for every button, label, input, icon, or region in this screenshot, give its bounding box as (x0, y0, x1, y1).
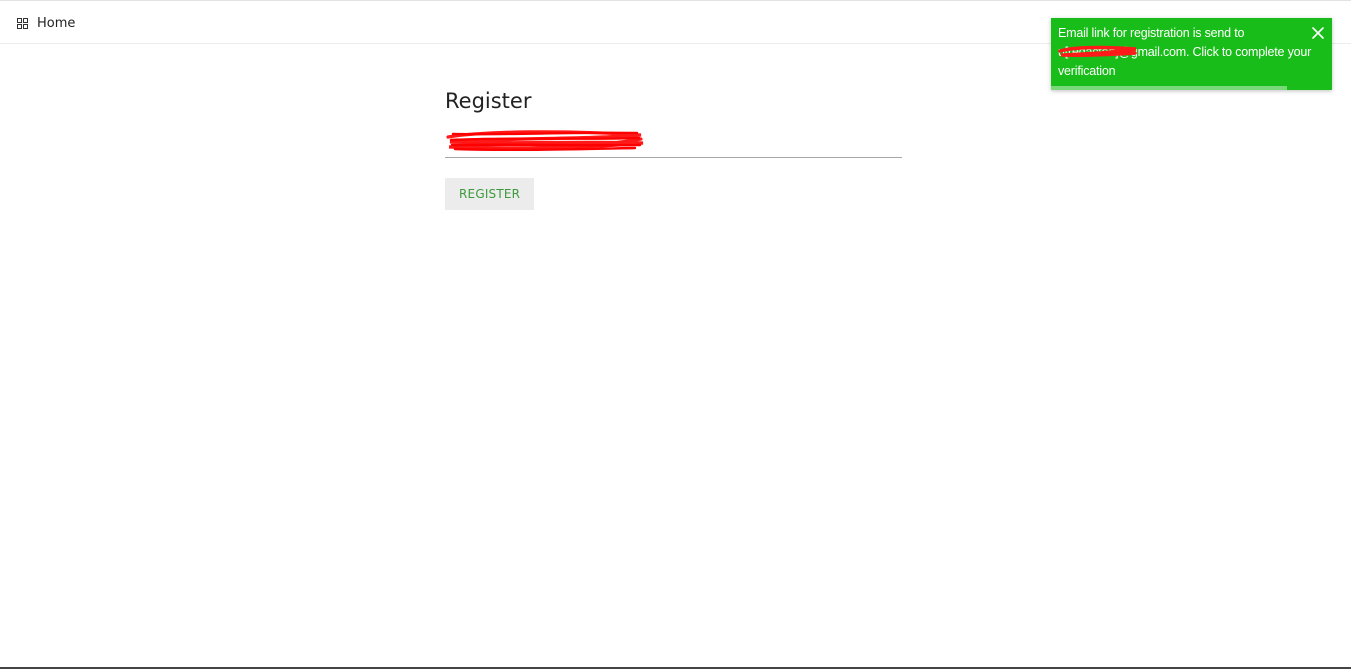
toast-progress-bar (1051, 86, 1288, 90)
email-field[interactable] (445, 127, 902, 155)
register-button[interactable]: REGISTER (445, 178, 535, 210)
email-field-container (445, 127, 902, 158)
grid-icon (17, 17, 28, 29)
notification-toast[interactable]: Email link for registration is send to u… (1051, 18, 1332, 90)
register-form: Register REGISTER (445, 85, 903, 210)
toast-message: Email link for registration is send to u… (1058, 26, 1312, 78)
home-nav-link[interactable]: Home (17, 14, 75, 32)
home-nav-label: Home (37, 15, 76, 31)
page-title: Register (445, 89, 532, 113)
close-icon[interactable] (1311, 26, 1325, 40)
